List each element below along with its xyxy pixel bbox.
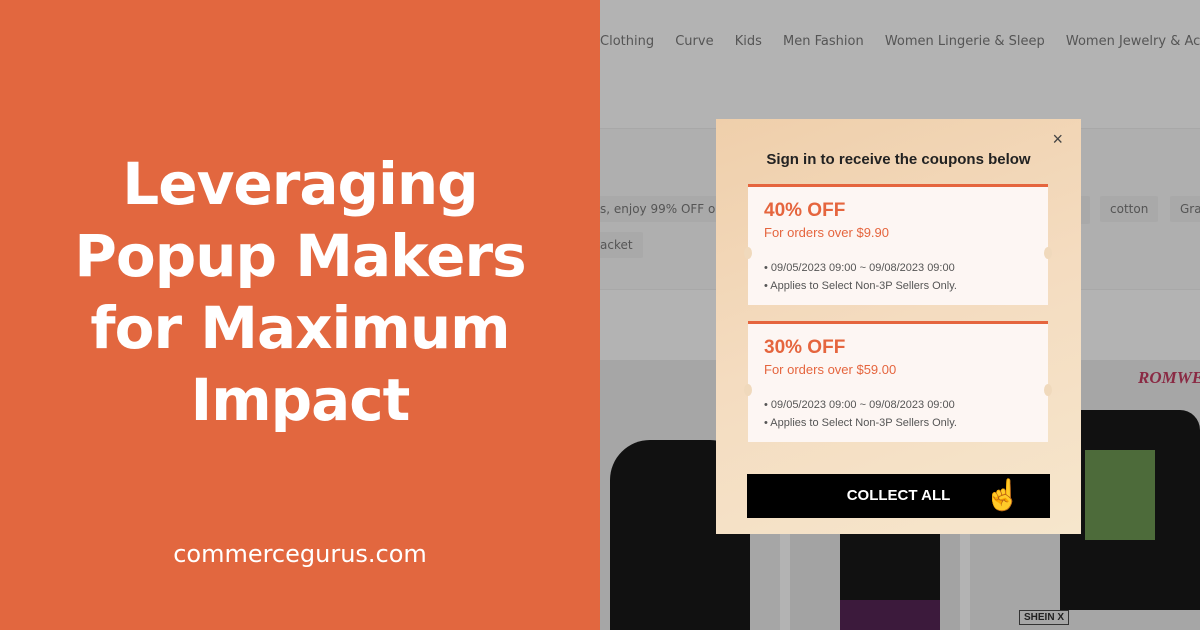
headline-line: Popup Makers bbox=[74, 222, 526, 290]
coupon-minimum: For orders over $9.90 bbox=[764, 225, 890, 240]
brand-logo: SHEIN X bbox=[1019, 610, 1070, 625]
ticket-notch bbox=[1044, 384, 1052, 396]
pointer-hand-icon: ☝ bbox=[984, 479, 1022, 512]
coupon-terms: • Applies to Select Non-3P Sellers Only. bbox=[764, 417, 957, 429]
site-url: commercegurus.com bbox=[173, 540, 427, 568]
headline: Leveraging Popup Makers for Maximum Impa… bbox=[0, 148, 600, 436]
headline-line: for Maximum bbox=[90, 294, 510, 362]
brand-logo: ROMWE bbox=[1138, 368, 1200, 387]
ticket-notch bbox=[744, 247, 752, 259]
tag-cotton[interactable]: cotton bbox=[1100, 196, 1159, 222]
tag-jacket[interactable]: acket bbox=[600, 232, 643, 258]
nav-item[interactable]: Curve bbox=[675, 34, 713, 49]
close-icon[interactable]: × bbox=[1052, 129, 1063, 150]
category-nav: Clothing Curve Kids Men Fashion Women Li… bbox=[600, 34, 1200, 49]
nav-item[interactable]: Women Jewelry & Accessories bbox=[1066, 34, 1200, 49]
coupon-terms: • Applies to Select Non-3P Sellers Only. bbox=[764, 280, 957, 292]
coupon-card[interactable]: 40% OFF For orders over $9.90 • 09/05/20… bbox=[744, 184, 1052, 305]
coupon-discount: 30% OFF bbox=[764, 337, 846, 358]
nav-item[interactable]: Clothing bbox=[600, 34, 654, 49]
tag-gra[interactable]: Gra bbox=[1170, 196, 1200, 222]
popup-title: Sign in to receive the coupons below bbox=[766, 151, 1031, 168]
ticket-notch bbox=[744, 384, 752, 396]
coupon-minimum: For orders over $59.00 bbox=[764, 362, 897, 377]
coupon-discount: 40% OFF bbox=[764, 200, 846, 221]
coupon-period: • 09/05/2023 09:00 ~ 09/08/2023 09:00 bbox=[764, 262, 955, 274]
coupon-period: • 09/05/2023 09:00 ~ 09/08/2023 09:00 bbox=[764, 399, 955, 411]
ticket-notch bbox=[1044, 247, 1052, 259]
nav-item[interactable]: Kids bbox=[735, 34, 762, 49]
headline-line: Impact bbox=[190, 366, 411, 434]
nav-item[interactable]: Women Lingerie & Sleep bbox=[885, 34, 1045, 49]
coupon-card[interactable]: 30% OFF For orders over $59.00 • 09/05/2… bbox=[744, 321, 1052, 442]
nav-item[interactable]: Men Fashion bbox=[783, 34, 864, 49]
headline-line: Leveraging bbox=[122, 150, 478, 218]
promo-banner: Leveraging Popup Makers for Maximum Impa… bbox=[0, 0, 600, 630]
coupon-popup: × Sign in to receive the coupons below 4… bbox=[716, 119, 1081, 534]
